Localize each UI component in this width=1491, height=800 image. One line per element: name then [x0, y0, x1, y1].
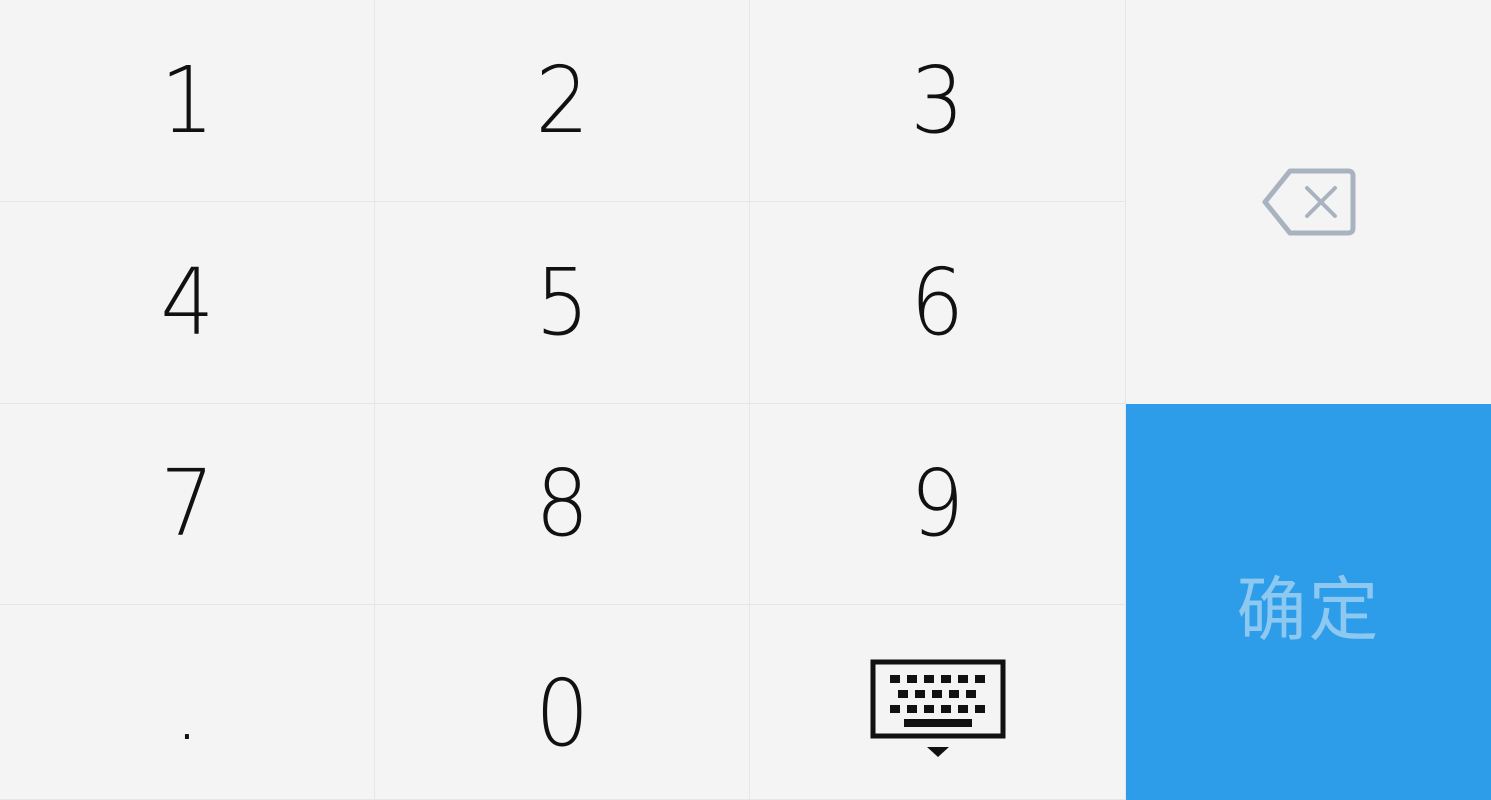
confirm-button[interactable]: 确定	[1126, 404, 1491, 800]
key-5-label: 5	[535, 248, 589, 356]
key-dot[interactable]: .	[0, 605, 375, 800]
hide-keyboard-button[interactable]	[750, 605, 1126, 800]
key-6[interactable]: 6	[750, 202, 1126, 404]
key-2-label: 2	[535, 46, 589, 154]
confirm-label: 确定	[1236, 568, 1381, 651]
key-0[interactable]: 0	[375, 605, 750, 800]
key-1-label: 1	[160, 46, 214, 154]
key-dot-label: .	[174, 665, 200, 758]
key-4[interactable]: 4	[0, 202, 375, 404]
numeric-keypad: 1 2 3 4 5 6 7 8 9 确定 . 0	[0, 0, 1491, 800]
key-6-label: 6	[910, 248, 965, 356]
key-8-label: 8	[535, 450, 589, 557]
key-9-label: 9	[910, 450, 965, 557]
key-7[interactable]: 7	[0, 404, 375, 605]
key-8[interactable]: 8	[375, 404, 750, 605]
key-2[interactable]: 2	[375, 0, 750, 202]
backspace-button[interactable]	[1126, 0, 1491, 404]
key-9[interactable]: 9	[750, 404, 1126, 605]
backspace-icon	[1262, 168, 1355, 236]
key-4-label: 4	[160, 248, 214, 356]
key-1[interactable]: 1	[0, 0, 375, 202]
keyboard-hide-icon	[870, 659, 1005, 757]
key-5[interactable]: 5	[375, 202, 750, 404]
key-7-label: 7	[160, 450, 214, 557]
key-3[interactable]: 3	[750, 0, 1126, 202]
key-0-label: 0	[535, 660, 589, 767]
key-3-label: 3	[910, 46, 965, 154]
